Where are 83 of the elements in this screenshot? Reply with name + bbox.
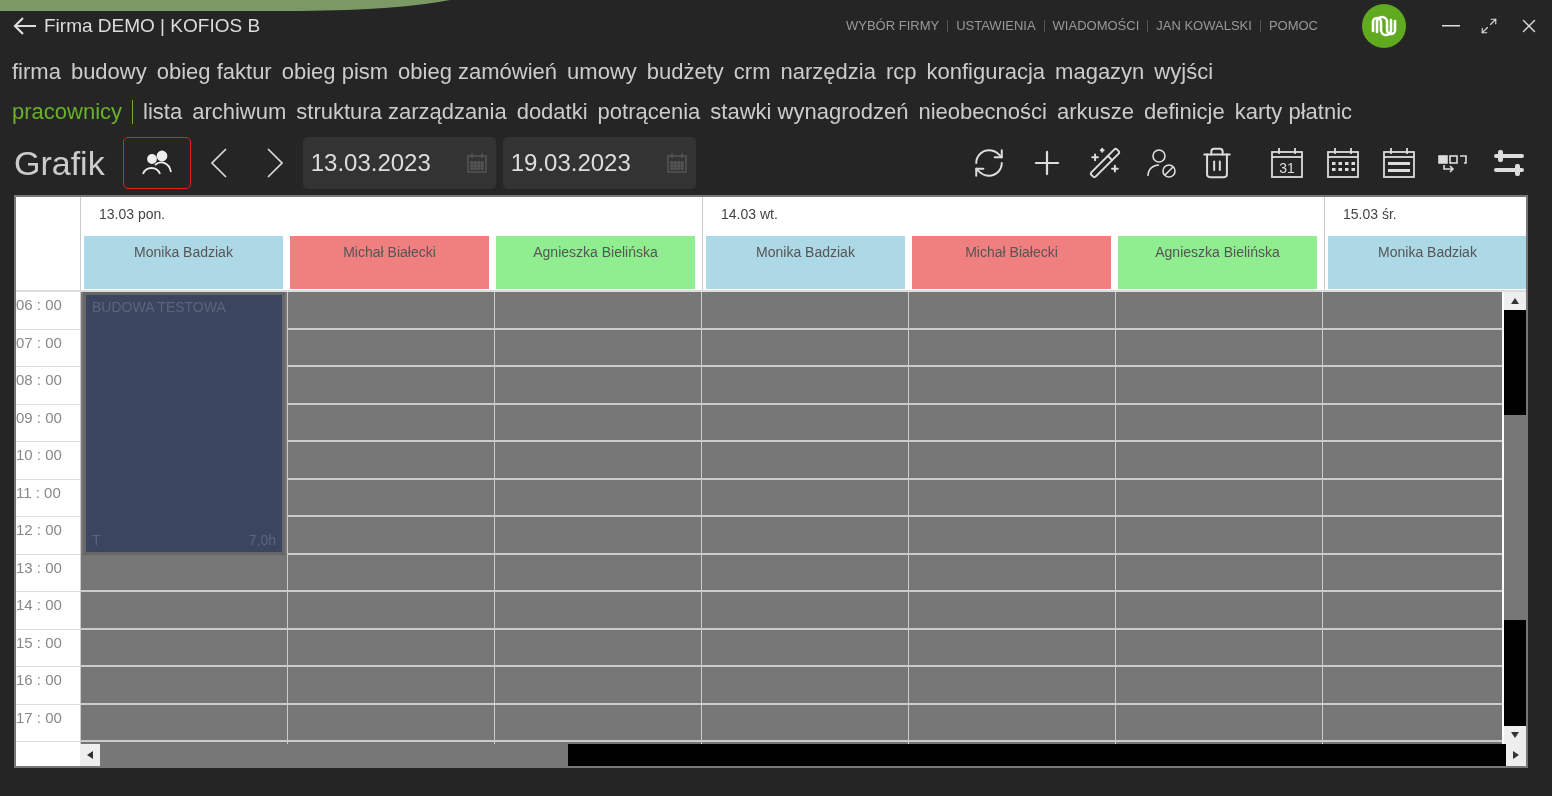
menu-item[interactable]: wyjści	[1154, 59, 1214, 85]
scroll-left-button[interactable]	[80, 744, 100, 766]
scroll-thumb[interactable]	[100, 744, 568, 766]
menu-item[interactable]: budowy	[70, 59, 147, 85]
right-arrow-icon	[1513, 751, 1519, 759]
menu-item[interactable]: firma	[12, 59, 61, 85]
employee-header[interactable]: Monika Badziak	[1328, 236, 1526, 289]
submenu-item[interactable]: nieobecności	[918, 99, 1047, 125]
refresh-button[interactable]	[972, 146, 1006, 180]
maximize-icon	[1480, 17, 1498, 35]
menu-item[interactable]: crm	[733, 59, 771, 85]
user-block-button[interactable]	[1144, 146, 1178, 180]
employee-header[interactable]: Agnieszka Bielińska	[496, 236, 695, 289]
maximize-button[interactable]	[1480, 17, 1498, 35]
settings-sliders-button[interactable]	[1492, 148, 1526, 178]
scroll-down-button[interactable]	[1504, 726, 1526, 744]
minimize-button[interactable]	[1442, 25, 1460, 27]
delete-button[interactable]	[1200, 146, 1234, 180]
date-from-field[interactable]: 13.03.2023	[302, 137, 496, 189]
submenu-item[interactable]: archiwum	[192, 99, 287, 125]
submenu-item[interactable]: lista	[143, 99, 183, 125]
week-view-button[interactable]	[1326, 147, 1360, 179]
submenu-item[interactable]: dodatki	[516, 99, 588, 125]
up-arrow-icon	[1511, 298, 1519, 304]
time-label: 09 : 00	[16, 404, 80, 442]
day-header: 13.03 pon.	[98, 205, 167, 224]
logo-icon	[1362, 4, 1406, 48]
employees-toggle-button[interactable]	[122, 137, 191, 189]
time-label: 15 : 00	[16, 629, 80, 667]
day-header: 14.03 wt.	[720, 205, 779, 224]
scroll-right-button[interactable]	[1506, 744, 1526, 766]
time-label: 06 : 00	[16, 292, 80, 330]
page-title: Grafik	[14, 143, 105, 183]
header-link[interactable]: WIADOMOŚCI	[1043, 20, 1148, 32]
menu-item[interactable]: konfiguracja	[926, 59, 1046, 85]
time-label: 14 : 00	[16, 592, 80, 630]
submenu-item[interactable]: potrącenia	[597, 99, 701, 125]
minimize-icon	[1442, 25, 1460, 27]
date-to-field[interactable]: 19.03.2023	[502, 137, 696, 189]
back-button[interactable]	[12, 16, 38, 36]
header-link[interactable]: USTAWIENIA	[947, 20, 1044, 32]
header-link[interactable]: POMOC	[1259, 20, 1326, 32]
vertical-scrollbar[interactable]	[1504, 292, 1526, 744]
scroll-thumb[interactable]	[1504, 415, 1526, 620]
time-label: 08 : 00	[16, 367, 80, 405]
menu-item[interactable]: rcp	[885, 59, 917, 85]
submenu-item[interactable]: struktura zarządzania	[296, 99, 507, 125]
calendar-icon[interactable]	[665, 152, 688, 174]
menu-item[interactable]: obieg pism	[281, 59, 389, 85]
menu-section[interactable]: pracownicy	[12, 99, 123, 125]
calendar-icon[interactable]	[465, 152, 488, 174]
chevron-right-icon	[266, 148, 283, 178]
submenu-item[interactable]: definicje	[1143, 99, 1225, 125]
menu-item[interactable]: narzędzia	[780, 59, 876, 85]
employee-header[interactable]: Monika Badziak	[84, 236, 283, 289]
employee-header[interactable]: Monika Badziak	[706, 236, 905, 289]
time-label: 11 : 00	[16, 479, 80, 517]
time-label: 07 : 00	[16, 329, 80, 367]
time-label: 10 : 00	[16, 442, 80, 480]
window-title: Firma DEMO | KOFIOS B	[44, 15, 261, 37]
submenu-item[interactable]: karty płatnic	[1234, 99, 1353, 125]
submenu-item[interactable]: stawki wynagrodzeń	[710, 99, 909, 125]
menu-item[interactable]: umowy	[567, 59, 637, 85]
menu-item[interactable]: obieg faktur	[156, 59, 272, 85]
horizontal-scrollbar[interactable]	[80, 744, 1526, 766]
menu-item[interactable]: budżety	[646, 59, 724, 85]
time-label: 16 : 00	[16, 667, 80, 705]
list-view-button[interactable]	[1382, 147, 1416, 179]
time-label: 17 : 00	[16, 704, 80, 742]
left-arrow-icon	[87, 751, 93, 759]
day-header: 15.03 śr.	[1342, 205, 1398, 224]
time-label: 12 : 00	[16, 517, 80, 555]
employee-header[interactable]: Agnieszka Bielińska	[1118, 236, 1317, 289]
header-link[interactable]: JAN KOWALSKI	[1147, 20, 1260, 32]
scroll-up-button[interactable]	[1504, 292, 1526, 310]
magic-wand-button[interactable]	[1088, 146, 1122, 180]
submenu-item[interactable]: arkusze	[1056, 99, 1134, 125]
time-label: 13 : 00	[16, 554, 80, 592]
menu-item[interactable]: obieg zamówień	[398, 59, 558, 85]
header-link[interactable]: WYBÓR FIRMY	[837, 20, 948, 32]
chevron-left-icon	[210, 148, 227, 178]
menu-item[interactable]: magazyn	[1055, 59, 1145, 85]
down-arrow-icon	[1511, 732, 1519, 738]
